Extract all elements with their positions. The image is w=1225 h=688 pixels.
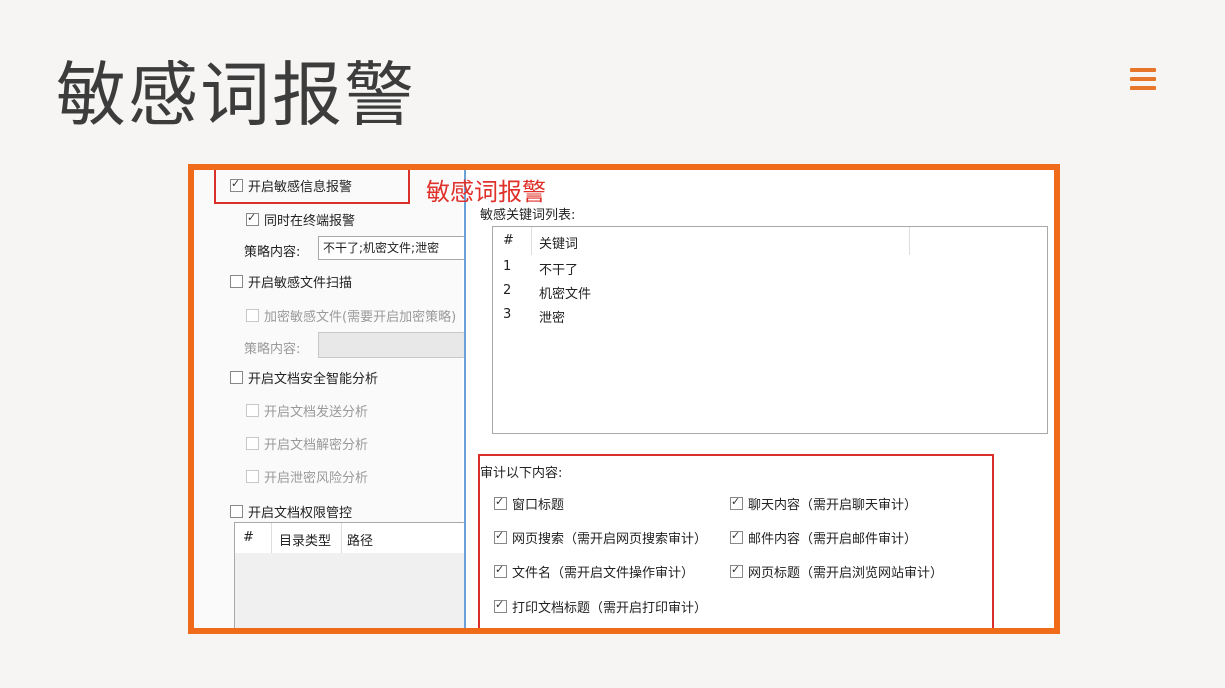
checkbox-label: 聊天内容（需开启聊天审计） bbox=[748, 498, 918, 513]
doc-decrypt-analysis-checkbox[interactable]: 开启文档解密分析 bbox=[246, 434, 368, 453]
checkbox[interactable] bbox=[494, 563, 507, 578]
audit-web-title-checkbox[interactable]: 网页标题（需开启浏览网站审计） bbox=[730, 562, 943, 581]
enable-file-scan-checkbox[interactable]: 开启敏感文件扫描 bbox=[230, 272, 352, 291]
doc-send-analysis-checkbox[interactable]: 开启文档发送分析 bbox=[246, 401, 368, 420]
checkbox[interactable] bbox=[246, 437, 259, 450]
table-cell: 2 bbox=[503, 283, 512, 298]
checkbox-label: 开启敏感信息报警 bbox=[248, 180, 353, 195]
audit-email-checkbox[interactable]: 邮件内容（需开启邮件审计） bbox=[730, 528, 917, 547]
checkbox-label: 网页标题（需开启浏览网站审计） bbox=[748, 566, 944, 581]
screenshot-frame: 开启敏感信息报警 同时在终端报警 策略内容: 不干了;机密文件;泄密 开启敏感文… bbox=[188, 164, 1060, 634]
enable-doc-analysis-checkbox[interactable]: 开启文档安全智能分析 bbox=[230, 368, 378, 387]
table-cell[interactable]: 机密文件 bbox=[539, 283, 591, 302]
checkbox[interactable] bbox=[246, 470, 259, 483]
keyword-table[interactable]: # 关键词 1 不干了 2 机密文件 3 泄密 bbox=[492, 226, 1048, 434]
audit-print-title-checkbox[interactable]: 打印文档标题（需开启打印审计） bbox=[494, 597, 707, 616]
checkbox-label: 开启泄密风险分析 bbox=[264, 471, 369, 486]
right-settings-panel: 敏感关键词列表: # 关键词 1 不干了 2 机密文件 3 泄密 审计以下内容:… bbox=[464, 170, 1054, 628]
checkbox[interactable] bbox=[730, 529, 743, 544]
checkbox-label: 文件名（需开启文件操作审计） bbox=[512, 566, 695, 581]
checkbox[interactable] bbox=[494, 495, 507, 510]
column-header[interactable]: 目录类型 bbox=[279, 530, 331, 549]
policy-content-input-disabled[interactable] bbox=[318, 332, 466, 358]
column-header[interactable]: 关键词 bbox=[539, 233, 578, 252]
checkbox-label: 开启文档安全智能分析 bbox=[248, 372, 379, 387]
checkbox-label: 同时在终端报警 bbox=[264, 214, 356, 229]
checkbox-label: 邮件内容（需开启邮件审计） bbox=[748, 532, 918, 547]
table-cell: 3 bbox=[503, 307, 512, 322]
checkbox-label: 开启文档解密分析 bbox=[264, 438, 369, 453]
checkbox[interactable] bbox=[494, 529, 507, 544]
checkbox-label: 开启敏感文件扫描 bbox=[248, 276, 353, 291]
checkbox-label: 打印文档标题（需开启打印审计） bbox=[512, 601, 708, 616]
policy-label: 策略内容: bbox=[244, 245, 301, 260]
table-cell[interactable]: 不干了 bbox=[539, 259, 578, 278]
checkbox[interactable] bbox=[230, 177, 243, 192]
column-header[interactable]: # bbox=[243, 530, 254, 545]
checkbox[interactable] bbox=[230, 505, 243, 518]
column-header[interactable]: # bbox=[503, 233, 514, 248]
column-header[interactable]: 路径 bbox=[347, 530, 373, 549]
policy-label-2: 策略内容: bbox=[244, 342, 301, 357]
checkbox[interactable] bbox=[730, 495, 743, 510]
checkbox[interactable] bbox=[246, 309, 259, 322]
checkbox[interactable] bbox=[494, 598, 507, 613]
checkbox[interactable] bbox=[230, 275, 243, 288]
checkbox-label: 加密敏感文件(需要开启加密策略) bbox=[264, 310, 457, 325]
checkbox[interactable] bbox=[730, 563, 743, 578]
audit-web-search-checkbox[interactable]: 网页搜索（需开启网页搜索审计） bbox=[494, 528, 707, 547]
audit-window-title-checkbox[interactable]: 窗口标题 bbox=[494, 494, 564, 513]
table-header: # 目录类型 路径 bbox=[235, 523, 465, 553]
policy-content-input[interactable]: 不干了;机密文件;泄密 bbox=[318, 236, 466, 260]
table-cell: 1 bbox=[503, 259, 512, 274]
checkbox[interactable] bbox=[230, 371, 243, 384]
enable-sensitive-alert-checkbox[interactable]: 开启敏感信息报警 bbox=[230, 176, 352, 195]
enable-doc-permission-checkbox[interactable]: 开启文档权限管控 bbox=[230, 502, 352, 521]
alert-on-terminal-checkbox[interactable]: 同时在终端报警 bbox=[246, 210, 355, 229]
checkbox[interactable] bbox=[246, 404, 259, 417]
audit-chat-checkbox[interactable]: 聊天内容（需开启聊天审计） bbox=[730, 494, 917, 513]
checkbox-label: 开启文档权限管控 bbox=[248, 506, 353, 521]
checkbox-label: 窗口标题 bbox=[512, 498, 565, 513]
audit-label: 审计以下内容: bbox=[480, 466, 563, 481]
checkbox-label: 开启文档发送分析 bbox=[264, 405, 369, 420]
checkbox-label: 网页搜索（需开启网页搜索审计） bbox=[512, 532, 708, 547]
checkbox[interactable] bbox=[246, 211, 259, 226]
annotation-label: 敏感词报警 bbox=[426, 178, 546, 206]
directory-table[interactable]: # 目录类型 路径 bbox=[234, 522, 466, 628]
page-title: 敏感词报警 bbox=[56, 54, 416, 136]
table-cell[interactable]: 泄密 bbox=[539, 307, 565, 326]
menu-icon[interactable] bbox=[1130, 68, 1156, 94]
encrypt-sensitive-checkbox[interactable]: 加密敏感文件(需要开启加密策略) bbox=[246, 306, 456, 325]
left-settings-panel: 开启敏感信息报警 同时在终端报警 策略内容: 不干了;机密文件;泄密 开启敏感文… bbox=[194, 170, 466, 628]
leak-risk-analysis-checkbox[interactable]: 开启泄密风险分析 bbox=[246, 467, 368, 486]
audit-filename-checkbox[interactable]: 文件名（需开启文件操作审计） bbox=[494, 562, 694, 581]
